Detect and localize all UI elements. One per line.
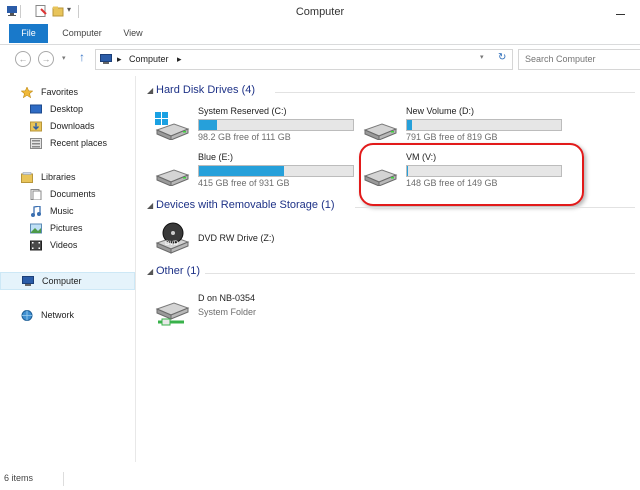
nav-documents[interactable]: Documents	[0, 186, 135, 202]
drive-usage-bar	[406, 119, 562, 131]
tab-file[interactable]: File	[9, 24, 48, 43]
drive-z-dvd[interactable]: DVD DVD RW Drive (Z:)	[154, 219, 354, 259]
back-button[interactable]: ←	[15, 51, 31, 67]
collapse-chevron-icon[interactable]: ◢	[147, 267, 153, 276]
breadcrumb-separator: ▸	[117, 54, 122, 64]
drive-name: System Reserved (C:)	[198, 106, 287, 116]
group-removable-storage[interactable]: ◢ Devices with Removable Storage (1)	[145, 198, 635, 214]
group-heading: Other (1)	[156, 265, 201, 277]
breadcrumb-separator[interactable]: ▸	[177, 54, 182, 65]
drive-usage-fill	[199, 120, 218, 130]
drive-free-space: 791 GB free of 819 GB	[406, 132, 498, 142]
hard-drive-icon	[362, 112, 398, 141]
drive-c[interactable]: System Reserved (C:) 98.2 GB free of 111…	[154, 106, 364, 146]
nav-label: Computer	[42, 276, 82, 286]
collapse-chevron-icon[interactable]: ◢	[147, 201, 153, 210]
nav-label: Downloads	[50, 121, 95, 131]
nav-label: Documents	[50, 189, 96, 199]
item-count: 6 items	[4, 473, 34, 483]
group-heading: Devices with Removable Storage (1)	[156, 199, 335, 211]
pictures-icon	[30, 223, 42, 234]
drive-usage-fill	[199, 166, 285, 176]
nav-libraries[interactable]: Libraries	[0, 169, 135, 185]
nav-label: Music	[50, 206, 74, 216]
nav-label: Pictures	[50, 223, 83, 233]
search-input[interactable]	[525, 54, 635, 64]
music-icon	[30, 205, 42, 217]
documents-icon	[30, 189, 42, 201]
nav-pictures[interactable]: Pictures	[0, 220, 135, 236]
nav-recent-places[interactable]: Recent places	[0, 135, 135, 151]
nav-music[interactable]: Music	[0, 203, 135, 219]
hard-drive-icon	[154, 158, 190, 187]
nav-label: Favorites	[41, 87, 79, 97]
drive-name: DVD RW Drive (Z:)	[198, 233, 275, 243]
tab-view[interactable]: View	[113, 24, 153, 43]
drive-name: Blue (E:)	[198, 152, 234, 162]
nav-label: Recent places	[50, 138, 108, 148]
recent-places-icon	[30, 138, 42, 149]
nav-label: Videos	[50, 240, 78, 250]
nav-label: Network	[41, 310, 75, 320]
drive-free-space: 415 GB free of 931 GB	[198, 178, 290, 188]
drive-usage-bar	[198, 165, 354, 177]
dvd-badge: DVD	[165, 240, 179, 247]
windows-drive-icon	[154, 112, 190, 141]
up-arrow-icon[interactable]: ↑	[79, 50, 85, 64]
collapse-chevron-icon[interactable]: ◢	[147, 86, 153, 95]
tab-computer[interactable]: Computer	[53, 24, 111, 43]
refresh-icon[interactable]: ↻	[498, 52, 506, 63]
network-drive-icon	[154, 295, 190, 326]
address-bar[interactable]: ▸ Computer ▸	[95, 49, 513, 70]
drive-d[interactable]: New Volume (D:) 791 GB free of 819 GB	[362, 106, 572, 146]
status-divider	[63, 472, 64, 486]
drive-name: New Volume (D:)	[406, 106, 475, 116]
forward-button[interactable]: →	[38, 51, 54, 67]
videos-icon	[30, 240, 42, 251]
desktop-icon	[30, 104, 42, 115]
recent-locations-icon[interactable]: ▾	[62, 54, 66, 62]
nav-favorites[interactable]: Favorites	[0, 84, 135, 100]
status-bar	[0, 470, 640, 490]
drive-usage-fill	[407, 120, 413, 130]
nav-downloads[interactable]: Downloads	[0, 118, 135, 134]
address-dropdown-icon[interactable]: ▾	[480, 53, 484, 61]
group-divider	[275, 92, 635, 93]
network-location-item[interactable]: D on NB-0354 System Folder	[154, 293, 354, 333]
minimize-button[interactable]	[606, 6, 636, 20]
nav-label: Desktop	[50, 104, 84, 114]
dvd-drive-icon: DVD	[154, 221, 190, 254]
nav-network[interactable]: Network	[0, 307, 135, 323]
window-title: Computer	[295, 6, 345, 18]
item-name: D on NB-0354	[198, 293, 256, 303]
group-hard-disk-drives[interactable]: ◢ Hard Disk Drives (4)	[145, 83, 635, 99]
search-box[interactable]	[518, 49, 640, 70]
group-divider	[355, 207, 635, 208]
libraries-icon	[21, 172, 33, 183]
nav-computer[interactable]: Computer	[0, 272, 135, 290]
network-icon	[21, 310, 33, 321]
item-type: System Folder	[198, 307, 257, 317]
group-heading: Hard Disk Drives (4)	[156, 84, 256, 96]
group-divider	[205, 273, 635, 274]
drive-usage-bar	[198, 119, 354, 131]
downloads-icon	[30, 121, 42, 132]
drive-e[interactable]: Blue (E:) 415 GB free of 931 GB	[154, 152, 364, 192]
computer-icon	[100, 54, 112, 64]
star-icon	[20, 86, 34, 99]
drive-free-space: 98.2 GB free of 111 GB	[198, 132, 291, 142]
computer-icon	[22, 276, 34, 287]
nav-videos[interactable]: Videos	[0, 237, 135, 253]
nav-label: Libraries	[41, 172, 76, 182]
group-other[interactable]: ◢ Other (1)	[145, 264, 635, 280]
highlight-annotation	[359, 143, 584, 206]
nav-desktop[interactable]: Desktop	[0, 101, 135, 117]
breadcrumb-computer[interactable]: Computer	[129, 54, 169, 64]
